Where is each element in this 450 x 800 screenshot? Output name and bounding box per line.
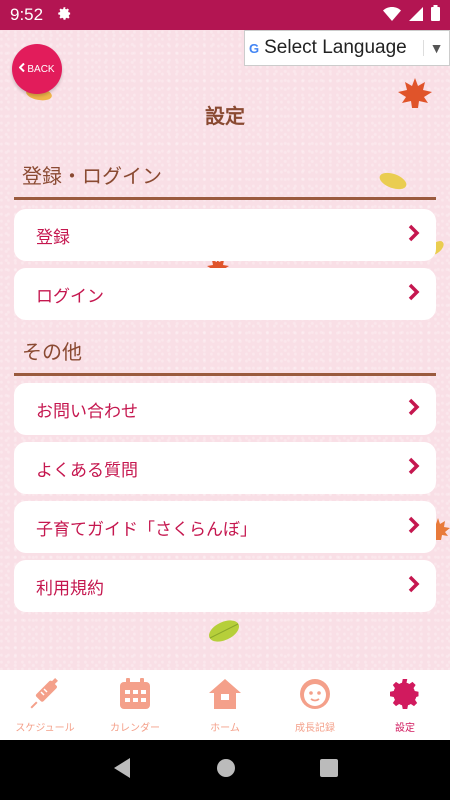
leaf-icon	[209, 620, 239, 642]
menu-item-terms[interactable]: 利用規約	[14, 560, 436, 612]
chevron-right-icon	[408, 516, 420, 539]
menu-item-label: 利用規約	[36, 578, 104, 599]
dropdown-arrow-icon: ▼	[423, 40, 449, 56]
chevron-right-icon	[408, 457, 420, 480]
menu-item-register[interactable]: 登録	[14, 209, 436, 261]
menu-item-label: お問い合わせ	[36, 401, 138, 422]
tab-home[interactable]: ホーム	[180, 670, 270, 740]
chevron-right-icon	[408, 224, 420, 247]
section-heading-login: 登録・ログイン	[14, 160, 436, 200]
nav-recents-icon[interactable]	[320, 759, 338, 781]
status-time: 9:52	[10, 5, 44, 24]
back-label: BACK	[27, 63, 55, 75]
language-select-label: Select Language	[264, 37, 407, 58]
settings-gear-icon	[57, 6, 72, 25]
baby-face-icon	[297, 676, 333, 715]
menu-item-label: 登録	[36, 227, 70, 248]
bottom-tab-bar: スケジュール カレンダー ホーム 成長記録 設定	[0, 670, 450, 740]
tab-calendar[interactable]: カレンダー	[90, 670, 180, 740]
tab-label: スケジュール	[15, 723, 75, 734]
nav-back-icon[interactable]	[112, 757, 132, 783]
back-button[interactable]: BACK	[12, 44, 62, 94]
menu-item-login[interactable]: ログイン	[14, 268, 436, 320]
calendar-icon	[117, 676, 153, 715]
gear-icon	[387, 676, 423, 715]
chevron-right-icon	[408, 283, 420, 306]
menu-item-label: よくある質問	[36, 460, 138, 481]
section-heading-other: その他	[14, 336, 436, 376]
tab-schedule[interactable]: スケジュール	[0, 670, 90, 740]
tab-label: 成長記録	[295, 723, 335, 734]
google-icon: G	[249, 40, 260, 56]
menu-item-faq[interactable]: よくある質問	[14, 442, 436, 494]
chevron-right-icon	[408, 575, 420, 598]
signal-icon	[409, 6, 423, 25]
menu-item-parenting-guide[interactable]: 子育てガイド「さくらんぼ」	[14, 501, 436, 553]
tab-settings[interactable]: 設定	[360, 670, 450, 740]
menu-item-label: ログイン	[36, 286, 104, 307]
settings-screen: BACK G Select Language ▼ 設定 登録・ログイン 登録 ロ…	[0, 30, 450, 670]
battery-icon	[431, 5, 440, 25]
nav-home-icon[interactable]	[216, 758, 236, 782]
language-select[interactable]: G Select Language ▼	[244, 30, 450, 66]
chevron-left-icon	[18, 62, 26, 75]
tab-growth-record[interactable]: 成長記録	[270, 670, 360, 740]
menu-item-label: 子育てガイド「さくらんぼ」	[36, 519, 257, 540]
tab-label: ホーム	[210, 723, 240, 734]
home-icon	[207, 676, 243, 715]
system-nav-bar	[0, 740, 450, 800]
syringe-icon	[27, 676, 63, 715]
menu-item-contact[interactable]: お問い合わせ	[14, 383, 436, 435]
tab-label: 設定	[395, 723, 415, 734]
tab-label: カレンダー	[110, 723, 160, 734]
wifi-icon	[383, 6, 401, 25]
status-bar: 9:52	[0, 0, 450, 30]
chevron-right-icon	[408, 398, 420, 421]
page-title: 設定	[205, 104, 245, 128]
